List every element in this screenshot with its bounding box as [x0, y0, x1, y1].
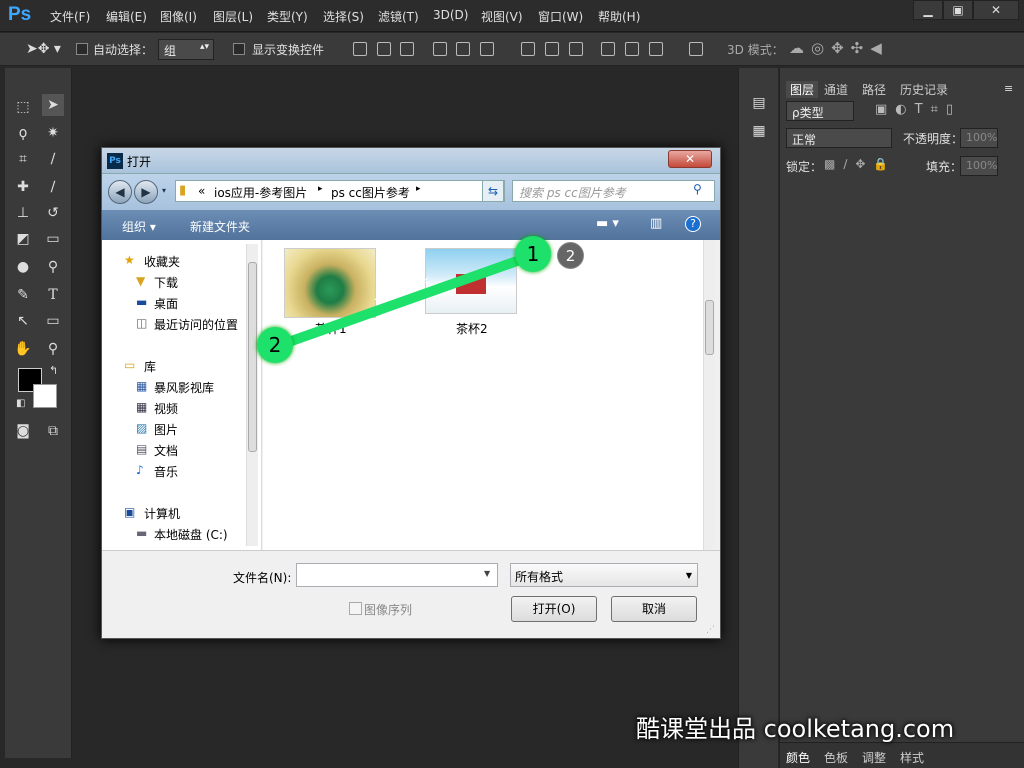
drag-path-overlay [278, 250, 539, 349]
drag-path-line [278, 250, 539, 349]
step-badge: 2 [557, 242, 584, 269]
step-marker-1: 1 [515, 236, 551, 272]
watermark: 酷课堂出品 coolketang.com [636, 715, 955, 743]
step-marker-2: 2 [257, 327, 293, 363]
